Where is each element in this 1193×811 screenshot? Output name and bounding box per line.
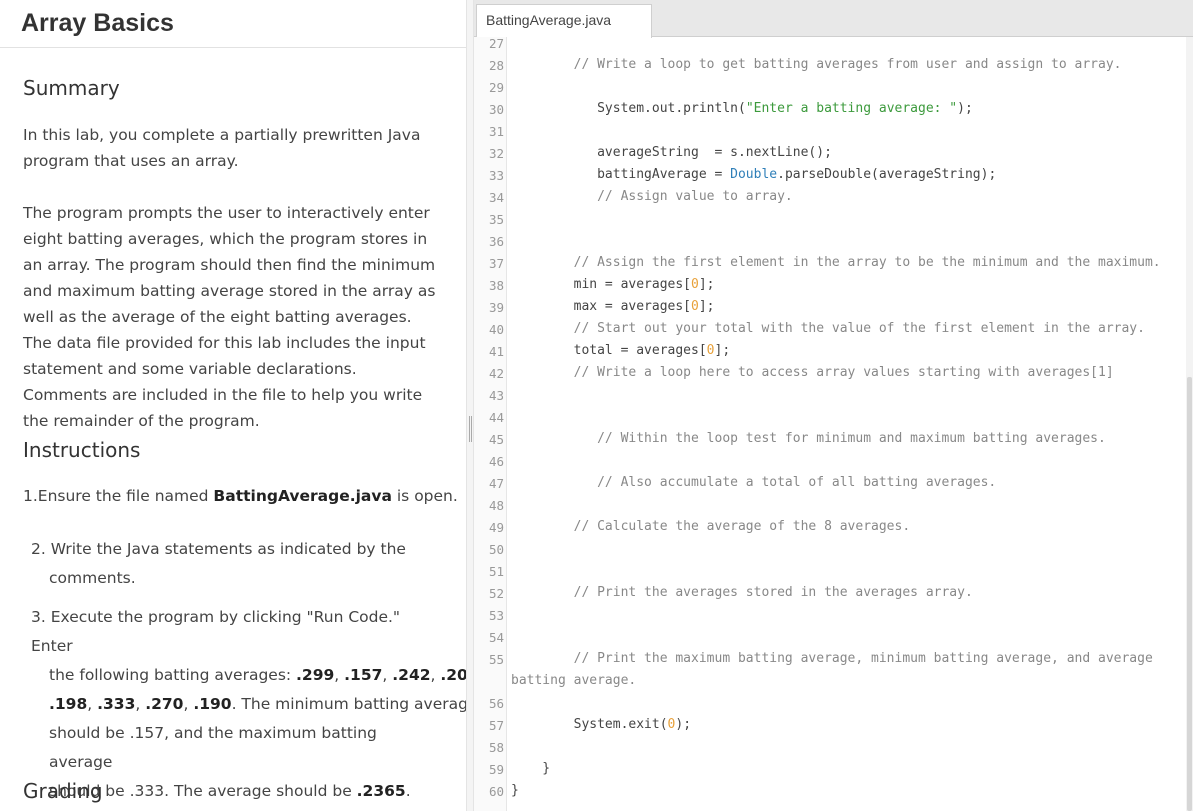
line-number: 53 [488,608,504,623]
line-number: 37 [488,256,504,271]
line-number: 55 [488,652,504,667]
code-line: // Assign value to array. [511,189,793,204]
line-number: 27 [488,37,504,51]
line-number: 31 [488,124,504,139]
line-number: 41 [488,344,504,359]
line-number: 59 [488,762,504,777]
line-number: 52 [488,586,504,601]
code-line: // Also accumulate a total of all battin… [511,475,997,490]
summary-paragraph-1: In this lab, you complete a partially pr… [23,126,421,170]
code-line: System.out.println("Enter a batting aver… [511,101,973,116]
line-number: 40 [488,322,504,337]
code-line: max = averages[0]; [511,299,715,314]
code-line: } [511,761,551,776]
panel-splitter[interactable] [466,0,474,811]
grading-heading: Grading [23,779,103,803]
instructions-panel: Array Basics Summary In this lab, you co… [0,0,466,811]
line-number: 58 [488,740,504,755]
code-line: total = averages[0]; [511,343,731,358]
code-line: // Assign the first element in the array… [511,255,1161,270]
code-line: min = averages[0]; [511,277,715,292]
line-number: 50 [488,542,504,557]
tab-battingaverage-java[interactable]: BattingAverage.java [476,4,652,38]
line-number: 44 [488,410,504,425]
code-editor[interactable]: BattingAverage.java 27 28 // Write a loop… [474,0,1193,811]
code-line: // Calculate the average of the 8 averag… [511,519,911,534]
code-line: // Write a loop to get batting averages … [511,57,1122,72]
line-number: 45 [488,432,504,447]
line-number: 29 [488,80,504,95]
code-line: // Print the maximum batting average, mi… [511,651,1153,666]
code-line: // Write a loop here to access array val… [511,365,1114,380]
line-number: 56 [488,696,504,711]
step-2: 2. Write the Java statements as indicate… [31,540,406,587]
step-1: 1.Ensure the file named BattingAverage.j… [23,487,458,505]
summary-paragraph-2: The program prompts the user to interact… [23,204,436,430]
summary-heading: Summary [23,76,120,100]
scrollbar-thumb[interactable] [1187,377,1192,811]
filename: BattingAverage.java [213,487,392,505]
line-number: 28 [488,58,504,73]
line-number: 46 [488,454,504,469]
code-line: } [511,783,519,798]
code-line: battingAverage = Double.parseDouble(aver… [511,167,997,182]
instructions-heading: Instructions [23,438,141,462]
line-number: 54 [488,630,504,645]
line-number: 33 [488,168,504,183]
line-number: 30 [488,102,504,117]
code-line: System.exit(0); [511,717,692,732]
line-number: 43 [488,388,504,403]
code-area[interactable]: 27 28 // Write a loop to get batting aver… [474,37,1186,811]
line-number: 38 [488,278,504,293]
code-line: // Start out your total with the value o… [511,321,1145,336]
line-number: 42 [488,366,504,381]
step-3: 3. Execute the program by clicking "Run … [31,608,466,800]
line-number: 51 [488,564,504,579]
code-line: averageString = s.nextLine(); [511,145,832,160]
line-number: 60 [488,784,504,799]
editor-scrollbar[interactable] [1186,37,1193,811]
line-number: 35 [488,212,504,227]
line-number: 48 [488,498,504,513]
line-number: 34 [488,190,504,205]
line-number: 39 [488,300,504,315]
code-line: batting average. [511,673,637,688]
editor-tab-bar: BattingAverage.java [474,0,1193,38]
line-number: 32 [488,146,504,161]
splitter-grip-icon[interactable] [469,416,472,442]
line-number: 47 [488,476,504,491]
line-number: 49 [488,520,504,535]
page-title: Array Basics [21,9,174,37]
line-number: 36 [488,234,504,249]
code-line: // Within the loop test for minimum and … [511,431,1106,446]
title-bar: Array Basics [0,0,466,48]
line-number: 57 [488,718,504,733]
code-line: // Print the averages stored in the aver… [511,585,973,600]
